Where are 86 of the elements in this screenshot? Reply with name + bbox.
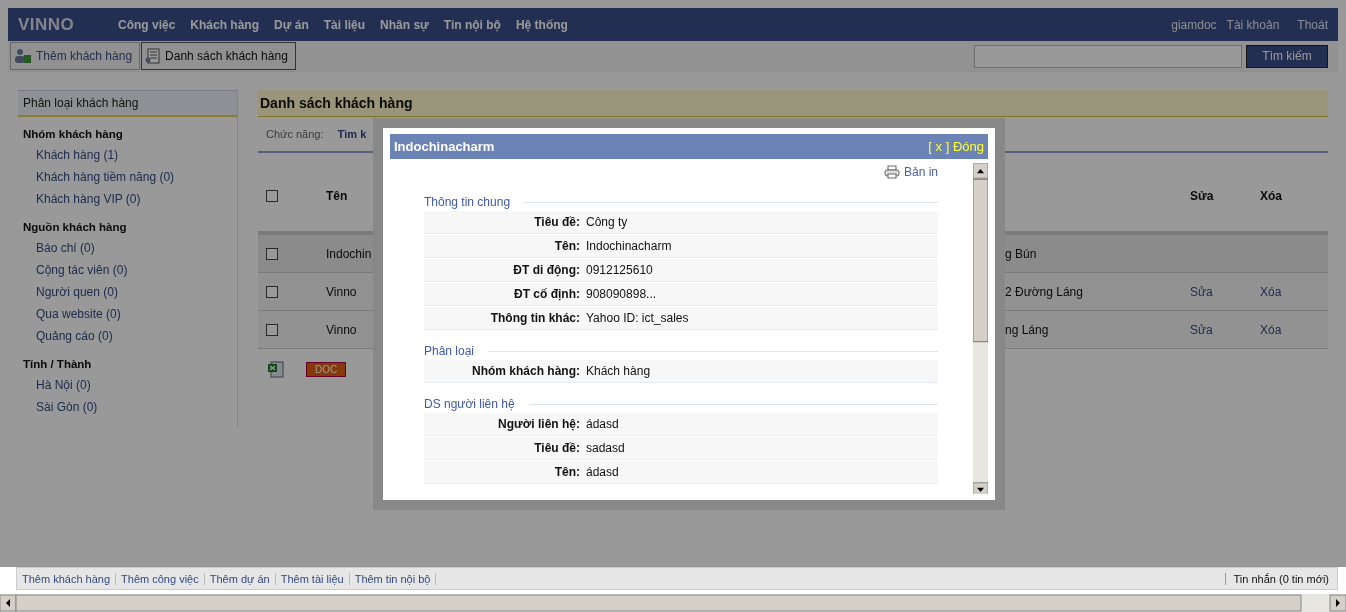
modal-title: Indochinacharm (394, 139, 495, 154)
group-title: Nguồn khách hàng (23, 221, 128, 233)
quick-add-link[interactable]: Thêm dự án (204, 572, 276, 585)
field-value: ádasd (586, 465, 620, 479)
excel-icon[interactable] (268, 361, 284, 378)
category-link[interactable]: Khách hàng (1) (18, 144, 237, 166)
delete-link[interactable]: Xóa (1255, 284, 1315, 299)
field-label: Tên: (553, 239, 580, 253)
messages-link[interactable]: Tin nhắn (0 tin mới) (1224, 572, 1337, 585)
table-cell-text: 2 Đường Láng (1005, 284, 1084, 299)
category-link[interactable]: Qua website (0) (18, 303, 237, 325)
menu-item[interactable]: Khách hàng (190, 17, 260, 32)
group-title: Nhóm khách hàng (23, 128, 124, 140)
page-title: Danh sách khách hàng (258, 90, 1328, 117)
field-label: Người liên hệ: (497, 417, 580, 431)
table-cell-text: Vinno (325, 322, 358, 337)
field-label: Tiêu đề: (533, 441, 580, 455)
category-link[interactable]: Báo chí (0) (18, 237, 237, 259)
field-value: sadasd (586, 441, 626, 455)
category-link[interactable]: Sài Gòn (0) (18, 396, 237, 418)
column-header: Sửa (1190, 189, 1215, 203)
user-link[interactable]: Tài khoản (1226, 17, 1280, 32)
table-cell-text: Vinno (325, 284, 358, 299)
printer-icon[interactable] (883, 165, 900, 179)
table-cell-text: ng Láng (1005, 322, 1050, 337)
edit-link[interactable]: Sửa (1190, 284, 1255, 299)
search-button[interactable]: Tìm kiếm (1246, 44, 1328, 68)
print-link[interactable]: Bản in (903, 165, 938, 179)
menu-item[interactable]: Tài liệu (323, 17, 366, 32)
category-link[interactable]: Cộng tác viên (0) (18, 259, 237, 281)
doc-export-button[interactable]: DOC (306, 362, 347, 377)
column-header: Tên (325, 189, 349, 203)
category-link[interactable]: Hà Nội (0) (18, 374, 237, 396)
category-link[interactable]: Khách hàng tiềm năng (0) (18, 166, 237, 188)
field-value: Khách hàng (586, 364, 652, 378)
field-value: 0912125610 (586, 263, 654, 277)
quick-add-link[interactable]: Thêm tin nội bộ (349, 572, 437, 585)
user-link[interactable]: Thoát (1297, 17, 1328, 32)
menu-item[interactable]: Hệ thống (515, 17, 568, 32)
column-header: Xóa (1259, 189, 1283, 203)
table-cell-text: Indochin (325, 246, 373, 261)
quick-add-link[interactable]: Thêm tài liệu (275, 572, 350, 585)
checkbox[interactable] (266, 323, 278, 336)
field-label: Nhóm khách hàng: (471, 364, 580, 378)
category-link[interactable]: Người quen (0) (18, 281, 237, 303)
scrollbar[interactable] (0, 594, 1346, 612)
table-cell-text: g Bún (1005, 246, 1038, 261)
section-title: Phân loại (424, 344, 475, 358)
sidebar-header: Phân loại khách hàng (18, 90, 237, 117)
field-label: Tên: (553, 465, 580, 479)
quick-add-link[interactable]: Thêm công việc (116, 572, 205, 585)
menu-item[interactable]: Tin nội bộ (443, 17, 501, 32)
field-label: Tiêu đề: (533, 215, 580, 229)
field-value: Indochinacharm (586, 239, 673, 253)
function-label: Chức năng: (266, 128, 324, 140)
field-label: ĐT di động: (512, 263, 580, 277)
section-title: Thông tin chung (424, 195, 511, 209)
category-link[interactable]: Quảng cáo (0) (18, 325, 237, 347)
quick-add-link[interactable]: Thêm khách hàng (17, 572, 117, 585)
user-link[interactable]: giamdoc (1171, 17, 1217, 32)
logo: VINNO (18, 14, 76, 35)
checkbox[interactable] (266, 190, 278, 202)
group-title: Tỉnh / Thành (23, 358, 93, 370)
field-value: Yahoo ID: ict_sales (586, 311, 690, 325)
function-link[interactable]: Tìm k (337, 128, 367, 140)
add-person-icon (14, 48, 32, 64)
field-value: ádasd (586, 417, 620, 431)
field-value: 908090898... (586, 287, 658, 301)
section-title: DS người liên hệ (424, 397, 515, 411)
category-link[interactable]: Khách hàng VIP (0) (18, 188, 237, 210)
checkbox[interactable] (266, 285, 278, 298)
field-label: Thông tin khác: (489, 311, 580, 325)
edit-link[interactable]: Sửa (1190, 322, 1255, 337)
search-field[interactable] (974, 44, 1242, 68)
field-label: ĐT cố định: (513, 287, 580, 301)
menu-item[interactable]: Dự án (274, 17, 309, 32)
scrollbar[interactable] (973, 163, 988, 494)
menu-item[interactable]: Công việc (118, 17, 176, 32)
delete-link[interactable]: Xóa (1255, 322, 1315, 337)
checkbox[interactable] (266, 247, 278, 260)
toolbar-button[interactable]: Thêm khách hàng (10, 42, 141, 70)
close-link[interactable]: [ x ] Đóng (928, 139, 984, 154)
menu-item[interactable]: Nhân sự (380, 17, 429, 32)
field-value: Công ty (586, 215, 629, 229)
document-list-icon (145, 48, 162, 64)
toolbar-button[interactable]: Danh sách khách hàng (141, 42, 296, 70)
